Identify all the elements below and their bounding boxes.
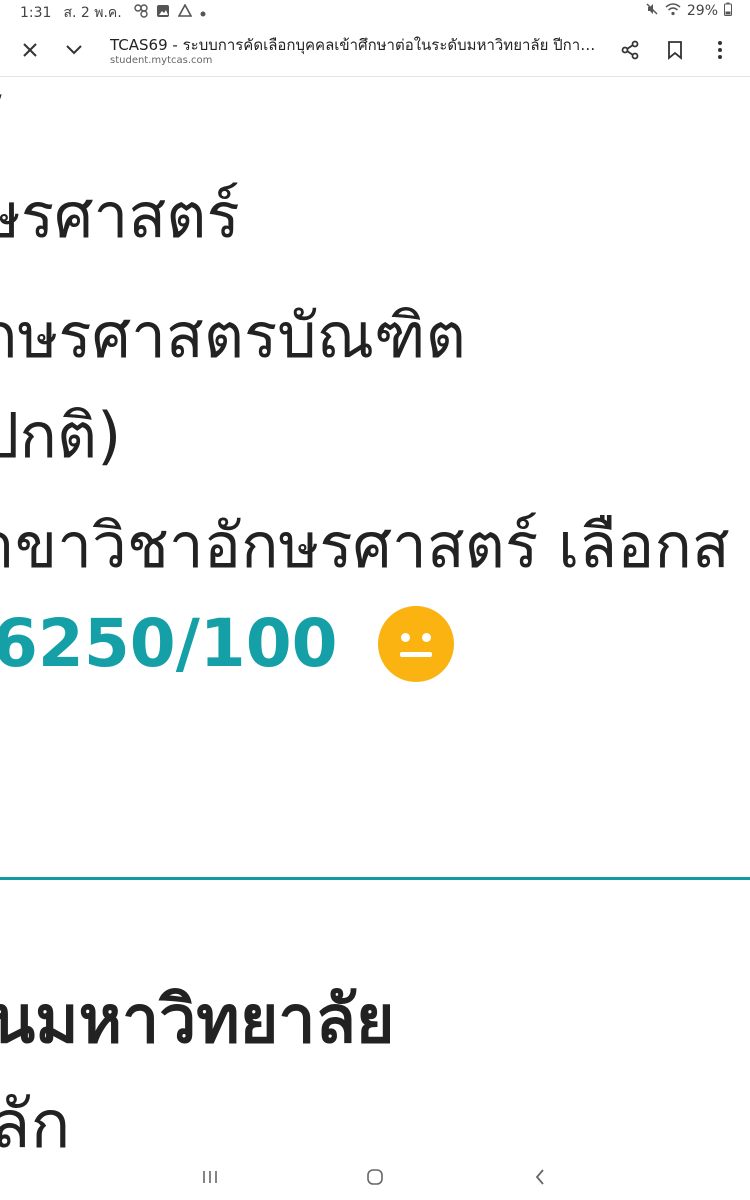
content-line: ษรศาสตร์ xyxy=(0,179,240,252)
gallery-icon xyxy=(156,4,170,22)
drive-icon xyxy=(177,3,193,22)
more-vert-icon[interactable] xyxy=(702,32,738,68)
neutral-face-icon xyxy=(377,605,454,682)
campus-name: ลัก xyxy=(0,1086,71,1154)
close-icon[interactable] xyxy=(12,32,48,68)
face-mouth xyxy=(399,651,432,657)
pinwheel-icon xyxy=(134,4,148,22)
back-icon[interactable] xyxy=(518,1162,562,1192)
face-eye-left xyxy=(400,632,410,642)
battery-icon xyxy=(724,2,732,20)
recent-apps-icon[interactable] xyxy=(188,1162,232,1192)
share-icon[interactable] xyxy=(612,32,648,68)
status-left: 1:31 ส. 2 พ.ค. xyxy=(20,2,206,24)
chevron-down-icon[interactable] xyxy=(56,32,92,68)
dot-icon xyxy=(200,5,206,21)
status-time: 1:31 xyxy=(20,5,52,21)
score-value: 6250/100 xyxy=(0,605,338,682)
custom-tab-toolbar: TCAS69 - ระบบการคัดเลือกบุคคลเข้าศึกษาต่… xyxy=(0,24,750,77)
home-icon[interactable] xyxy=(353,1162,397,1192)
page-content: ร์ ษรศาสตร์ กษรศาสตรบัณฑิต ปกติ) าขาวิชา… xyxy=(0,77,750,1154)
page-url: student.mytcas.com xyxy=(110,55,213,66)
battery-level: 29% xyxy=(686,3,718,19)
wifi-icon xyxy=(665,2,681,20)
face-eye-right xyxy=(421,632,431,642)
mute-icon xyxy=(645,2,659,20)
content-line: กษรศาสตรบัณฑิต xyxy=(0,299,466,372)
content-line: ปกติ) xyxy=(0,399,122,472)
score-row: 6250/100 xyxy=(0,605,454,682)
content-line: ร์ xyxy=(0,77,3,155)
section-divider xyxy=(0,877,750,880)
page-title: TCAS69 - ระบบการคัดเลือกบุคคลเข้าศึกษาต่… xyxy=(110,36,600,54)
university-name: นมหาวิทยาลัย xyxy=(0,981,395,1058)
content-line: าขาวิชาอักษรศาสตร์ เลือกส xyxy=(0,509,730,582)
navigation-bar xyxy=(0,1154,750,1200)
bookmark-icon[interactable] xyxy=(657,32,693,68)
status-bar: 1:31 ส. 2 พ.ค. 29% xyxy=(0,0,750,24)
notification-icons xyxy=(134,3,206,22)
status-date: ส. 2 พ.ค. xyxy=(63,5,122,21)
status-right: 29% xyxy=(645,2,732,20)
